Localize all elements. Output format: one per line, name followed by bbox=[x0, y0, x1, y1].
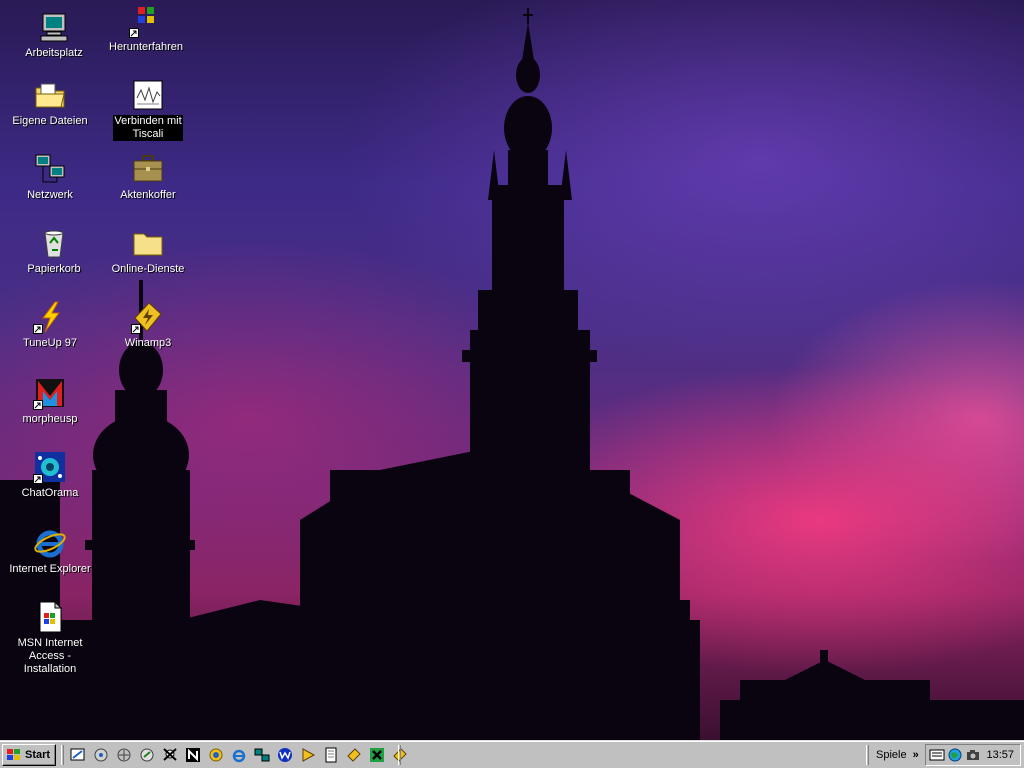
network-icon[interactable] bbox=[252, 745, 272, 765]
desktop-icon-label: ChatOrama bbox=[21, 487, 79, 499]
shortcut-arrow-icon bbox=[33, 400, 43, 410]
clock[interactable]: 13:57 bbox=[986, 749, 1020, 761]
desktop-icon-aktenkoffer[interactable]: Aktenkoffer bbox=[100, 152, 196, 202]
desktop-icon-label: Internet Explorer bbox=[9, 563, 91, 575]
desktop-icon-label: MSN Internet Access - Installation bbox=[17, 637, 83, 675]
spiele-label: Spiele bbox=[876, 749, 907, 761]
internet-explorer-icon bbox=[33, 526, 67, 560]
desktop-icon-label: Verbinden mit Tiscali bbox=[113, 115, 183, 141]
chevron-more-icon[interactable]: » bbox=[913, 749, 919, 761]
network-neighborhood-icon bbox=[33, 152, 67, 186]
desktop-icon-label: Papierkorb bbox=[27, 263, 81, 275]
start-label: Start bbox=[25, 749, 51, 761]
desktop[interactable]: Arbeitsplatz Eigene Dateien Netzwerk Pap… bbox=[0, 0, 1024, 740]
n-app-icon[interactable] bbox=[183, 745, 203, 765]
winamp-icon[interactable] bbox=[344, 745, 364, 765]
morpheus-icon bbox=[33, 376, 67, 410]
toolbar-grip[interactable] bbox=[61, 745, 64, 765]
start-button[interactable]: Start bbox=[2, 744, 56, 766]
notepad-icon[interactable] bbox=[321, 745, 341, 765]
briefcase-icon bbox=[131, 152, 165, 186]
my-documents-folder-icon bbox=[33, 78, 67, 112]
desktop-icon-eigene-dateien[interactable]: Eigene Dateien bbox=[2, 78, 98, 128]
desktop-icon-label: Netzwerk bbox=[27, 189, 73, 201]
winamp-icon bbox=[131, 300, 165, 334]
desktop-icon-papierkorb[interactable]: Papierkorb bbox=[6, 226, 102, 276]
quick-launch-toolbar bbox=[68, 745, 410, 765]
my-computer-icon bbox=[37, 10, 71, 44]
desktop-icon-herunterfahren[interactable]: Herunterfahren bbox=[98, 4, 194, 54]
system-tray: 13:57 bbox=[925, 744, 1021, 766]
internet-icon[interactable] bbox=[114, 745, 134, 765]
desktop-icon-label: TuneUp 97 bbox=[22, 337, 78, 349]
msn-setup-icon bbox=[33, 600, 67, 634]
pirate-skull-icon[interactable] bbox=[160, 745, 180, 765]
camera-icon[interactable] bbox=[965, 747, 981, 763]
media-player-icon[interactable] bbox=[298, 745, 318, 765]
desktop-icon-arbeitsplatz[interactable]: Arbeitsplatz bbox=[6, 10, 102, 60]
shortcut-arrow-icon bbox=[33, 324, 43, 334]
shutdown-windows-icon bbox=[129, 4, 163, 38]
sun-gear-icon[interactable] bbox=[206, 745, 226, 765]
desktop-icon-verbinden-tiscali[interactable]: Verbinden mit Tiscali bbox=[100, 78, 196, 141]
isdn-icon[interactable] bbox=[929, 747, 945, 763]
taskbar: Start Spiele » 13:57 bbox=[0, 740, 1024, 768]
desktop-icon-winamp3[interactable]: Winamp3 bbox=[100, 300, 196, 350]
desktop-icon-morpheus[interactable]: morpheusp bbox=[2, 376, 98, 426]
toolbar-grip[interactable] bbox=[398, 745, 401, 765]
desktop-icon-label: Arbeitsplatz bbox=[25, 47, 83, 59]
desktop-icon-label: morpheusp bbox=[22, 413, 78, 425]
folder-icon bbox=[131, 226, 165, 260]
shortcut-arrow-icon bbox=[33, 474, 43, 484]
desktop-icon-chatorama[interactable]: ChatOrama bbox=[2, 450, 98, 500]
desktop-icon-label: Eigene Dateien bbox=[12, 115, 88, 127]
tuneup-lightning-icon bbox=[33, 300, 67, 334]
windows-flag-icon bbox=[7, 749, 20, 760]
desktop-icon-label: Online-Dienste bbox=[111, 263, 185, 275]
desktop-icon-online-dienste[interactable]: Online-Dienste bbox=[100, 226, 196, 276]
connection-icon[interactable] bbox=[137, 745, 157, 765]
dial-up-connection-icon bbox=[131, 78, 165, 112]
desktop-icon-tuneup[interactable]: TuneUp 97 bbox=[2, 300, 98, 350]
desktop-icon-label: Herunterfahren bbox=[109, 41, 183, 53]
shortcut-arrow-icon bbox=[131, 324, 141, 334]
internet-explorer-icon[interactable] bbox=[229, 745, 249, 765]
globe-icon[interactable] bbox=[947, 747, 963, 763]
outlook-express-icon[interactable] bbox=[91, 745, 111, 765]
spiele-toolbar[interactable]: Spiele » bbox=[868, 744, 922, 766]
recycle-bin-icon bbox=[37, 226, 71, 260]
desktop-icon-label: Aktenkoffer bbox=[120, 189, 176, 201]
show-desktop-icon[interactable] bbox=[68, 745, 88, 765]
shortcut-arrow-icon bbox=[129, 28, 139, 38]
w-app-icon[interactable] bbox=[275, 745, 295, 765]
desktop-icon-internet-explorer[interactable]: Internet Explorer bbox=[2, 526, 98, 576]
desktop-icon-msn-installation[interactable]: MSN Internet Access - Installation bbox=[2, 600, 98, 676]
desktop-icon-label: Winamp3 bbox=[124, 337, 172, 349]
desktop-icon-netzwerk[interactable]: Netzwerk bbox=[2, 152, 98, 202]
kazaa-icon[interactable] bbox=[367, 745, 387, 765]
chatorama-icon bbox=[33, 450, 67, 484]
